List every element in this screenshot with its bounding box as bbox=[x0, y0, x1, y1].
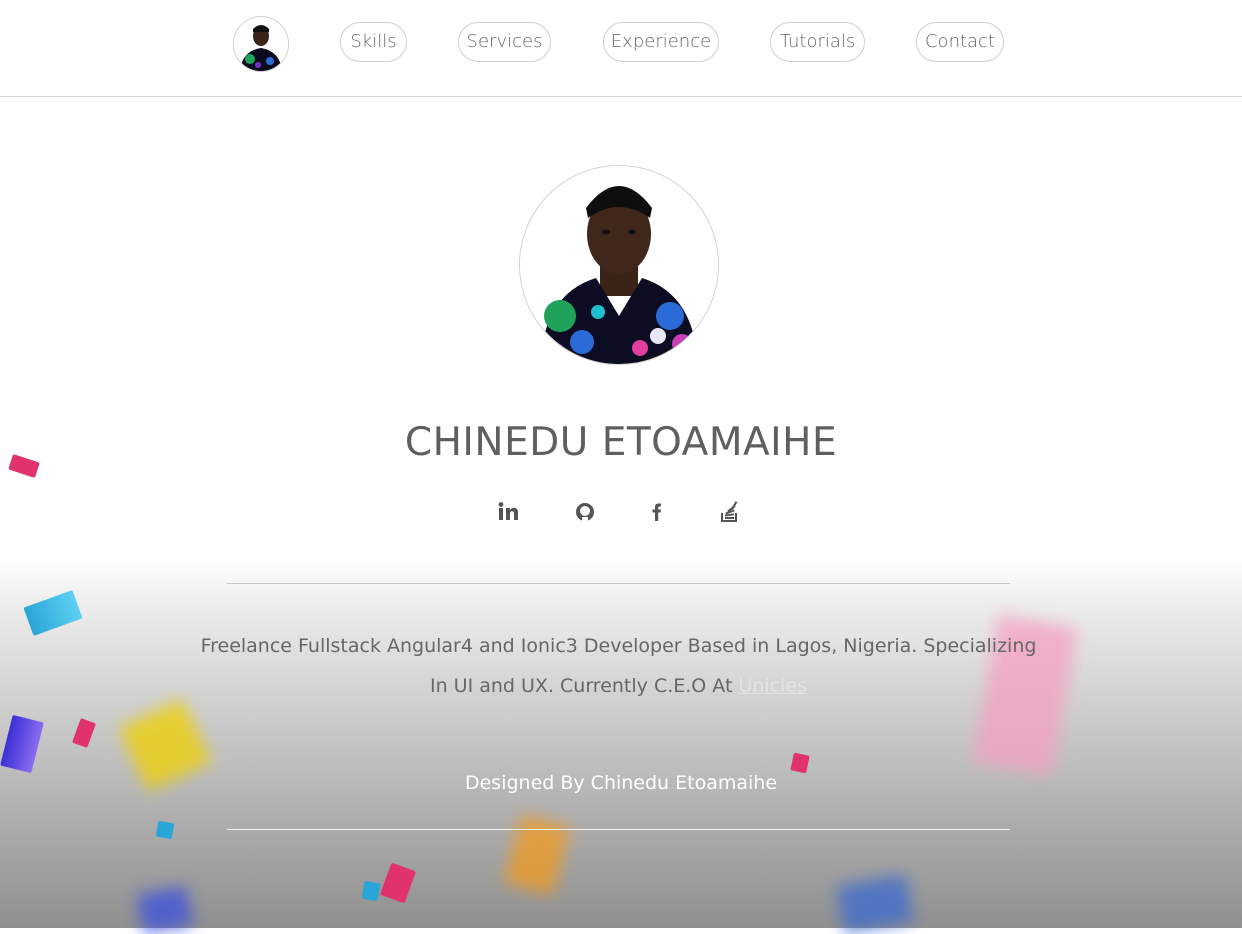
confetti-piece bbox=[155, 820, 175, 840]
linkedin-icon[interactable] bbox=[494, 498, 522, 526]
divider-top bbox=[227, 583, 1010, 584]
confetti-piece bbox=[136, 885, 194, 934]
nav-link-contact[interactable]: Contact bbox=[916, 22, 1004, 62]
bio-description: Freelance Fullstack Angular4 and Ionic3 … bbox=[200, 635, 1037, 697]
stackoverflow-icon[interactable] bbox=[715, 498, 743, 526]
divider-bottom bbox=[227, 829, 1010, 830]
top-navigation: Skills Services Experience Tutorials Con… bbox=[0, 0, 1242, 97]
avatar-image bbox=[234, 17, 288, 71]
footer-credit: Designed By Chinedu Etoamaihe bbox=[464, 772, 778, 794]
profile-photo bbox=[520, 166, 718, 364]
profile-avatar bbox=[519, 165, 719, 365]
bio-text: Freelance Fullstack Angular4 and Ionic3 … bbox=[200, 626, 1037, 706]
nav-link-experience[interactable]: Experience bbox=[603, 22, 719, 62]
nav-link-tutorials[interactable]: Tutorials bbox=[770, 22, 865, 62]
nav-link-skills[interactable]: Skills bbox=[340, 22, 407, 62]
confetti-piece bbox=[361, 880, 381, 902]
nav-link-services[interactable]: Services bbox=[458, 22, 551, 62]
facebook-icon[interactable] bbox=[643, 498, 671, 526]
github-icon[interactable] bbox=[571, 498, 599, 526]
nav-avatar[interactable] bbox=[233, 16, 289, 72]
company-link[interactable]: Unicles bbox=[738, 675, 807, 697]
profile-name: CHINEDU ETOAMAIHE bbox=[404, 420, 838, 465]
